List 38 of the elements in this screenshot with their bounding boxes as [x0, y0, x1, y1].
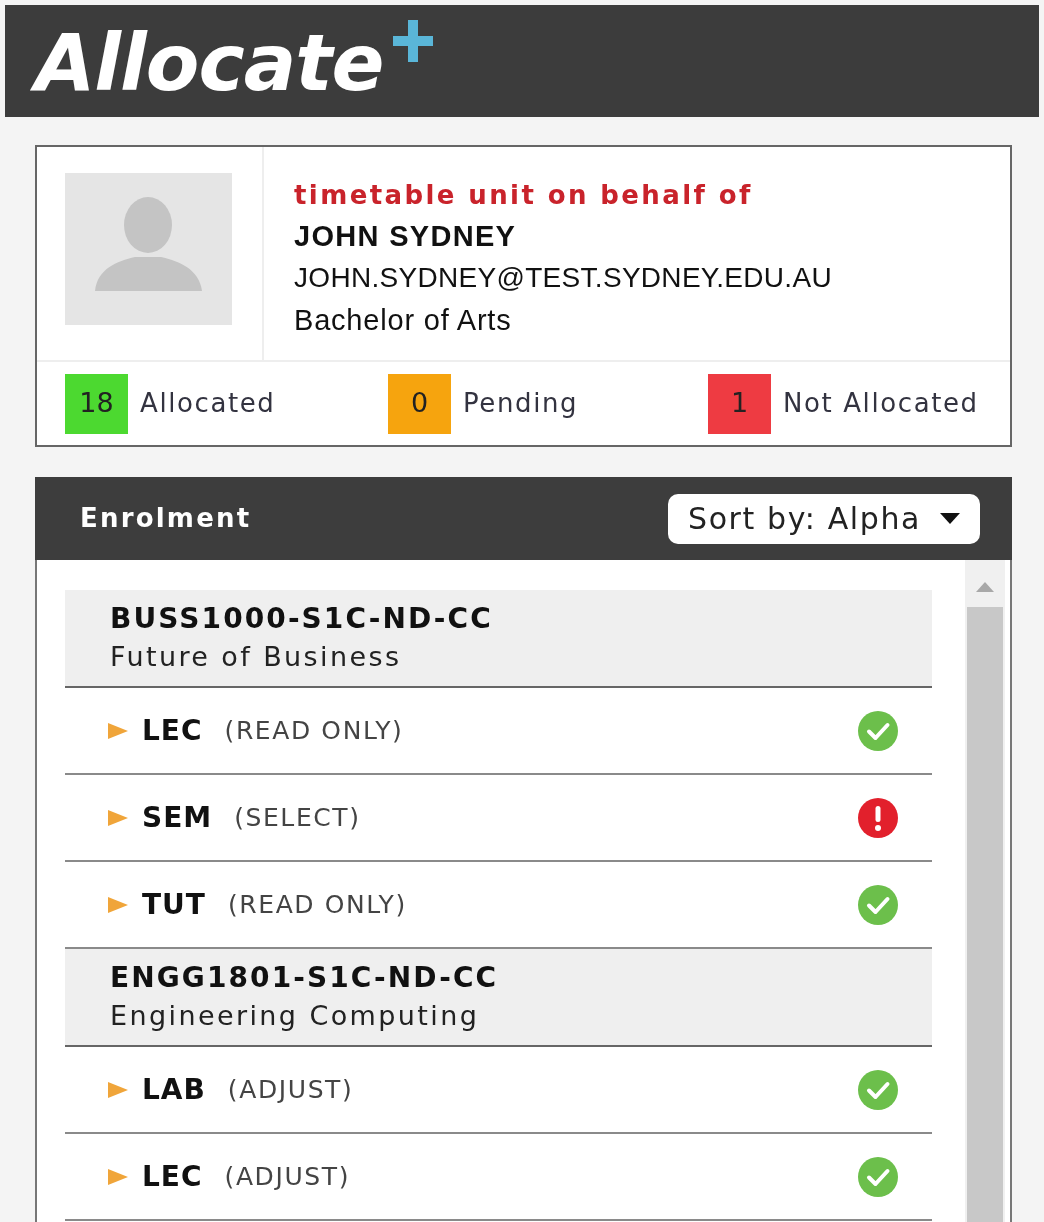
activity-mode: (ADJUST) — [227, 1073, 354, 1106]
summary-label: Not Allocated — [783, 387, 979, 420]
expand-triangle-icon[interactable] — [108, 896, 128, 913]
sort-label: Sort by: Alpha — [688, 500, 921, 538]
activity-mode: (SELECT) — [234, 801, 361, 834]
unit-code: ENGG1801-S1C-ND-CC — [110, 960, 500, 996]
logo-text: Allocate — [25, 15, 394, 111]
expand-triangle-icon[interactable] — [108, 722, 128, 739]
on-behalf-caption: timetable unit on behalf of — [294, 179, 754, 212]
summary-label: Allocated — [140, 387, 276, 420]
activity-mode: (READ ONLY) — [224, 714, 404, 747]
activity-type: TUT — [142, 886, 206, 923]
activity-mode: (ADJUST) — [224, 1160, 350, 1193]
sort-dropdown[interactable]: Sort by: Alpha — [668, 493, 980, 544]
activity-mode: (READ ONLY) — [227, 888, 407, 921]
expand-triangle-icon[interactable] — [108, 1081, 128, 1098]
activity-type: LAB — [142, 1071, 206, 1108]
degree-program: Bachelor of Arts — [294, 303, 513, 338]
activity-type: LEC — [142, 712, 203, 749]
activity-type: LEC — [142, 1158, 203, 1195]
count-badge: 0 — [388, 373, 451, 434]
activity-type: SEM — [142, 799, 213, 836]
expand-triangle-icon[interactable] — [108, 1168, 128, 1185]
scroll-up-icon[interactable] — [976, 582, 994, 592]
student-name: JOHN SYDNEY — [294, 219, 518, 254]
scrollbar-thumb[interactable] — [967, 607, 1003, 1222]
count-badge: 18 — [65, 373, 128, 434]
unit-name: Future of Business — [110, 640, 403, 674]
count-badge: 1 — [708, 373, 771, 434]
summary-label: Pending — [463, 387, 579, 420]
unit-code: BUSS1000-S1C-ND-CC — [110, 601, 494, 637]
student-email: JOHN.SYDNEY@TEST.SYDNEY.EDU.AU — [294, 261, 832, 295]
unit-name: Engineering Computing — [110, 999, 481, 1033]
expand-triangle-icon[interactable] — [108, 809, 128, 826]
enrolment-title: Enrolment — [80, 502, 252, 535]
plus-icon — [393, 20, 434, 62]
scrollbar[interactable] — [965, 560, 1005, 1222]
caret-down-icon — [940, 513, 960, 524]
